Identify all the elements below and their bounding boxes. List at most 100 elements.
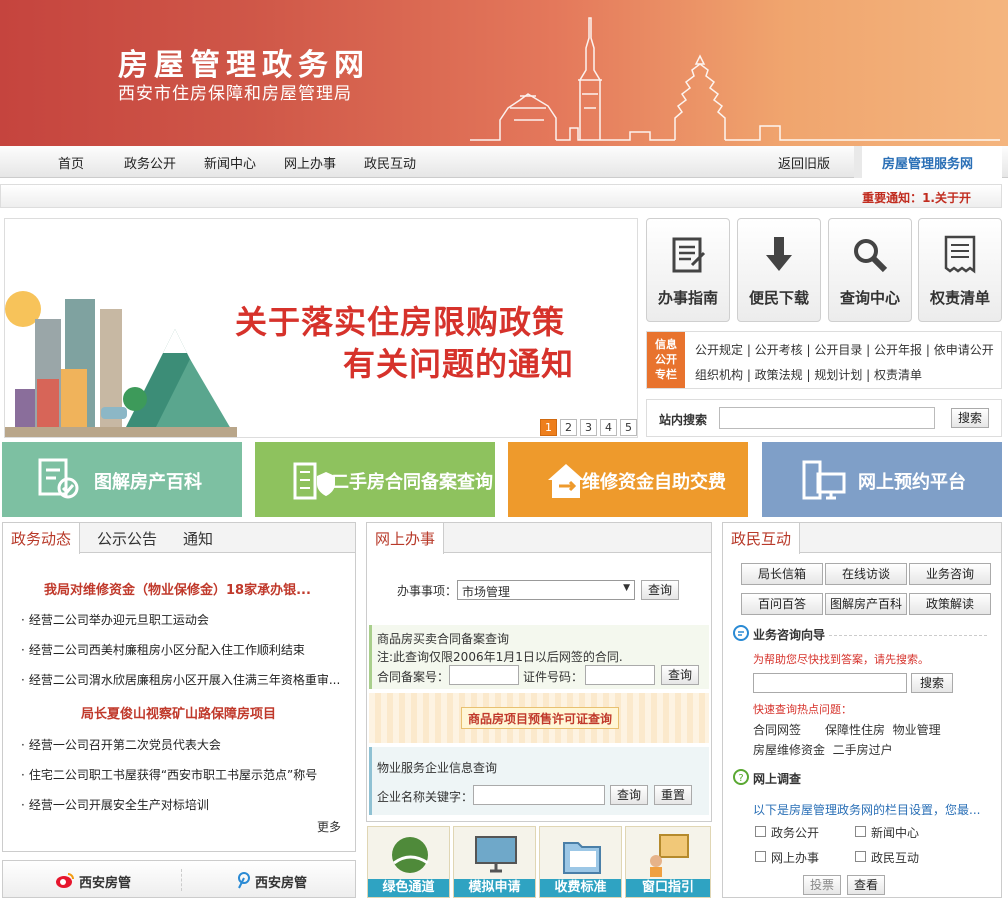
nav-news[interactable]: 新闻中心 [204,153,256,172]
query-center-button[interactable]: 查询中心 [828,218,912,322]
info-tag-line1: 信息 [655,338,677,351]
tab-announcements[interactable]: 公示公告 [89,523,165,553]
sina-weibo-link[interactable]: 西安房管 [79,872,131,891]
site-subtitle: 西安市住房保障和房屋管理局 [118,84,352,104]
site-search-input[interactable] [719,407,935,429]
tile2-label: 二手房合同备案查询 [331,472,493,493]
policy-interpretation-button[interactable]: 政策解读 [909,593,991,615]
property-reset-button[interactable]: 重置 [654,785,692,805]
info-links-row2[interactable]: 组织机构 | 政策法规 | 规划计划 | 权责清单 [695,366,922,383]
guide-button[interactable]: 办事指南 [646,218,730,322]
contract-query-button[interactable]: 查询 [661,665,699,685]
list-item[interactable]: 经营二公司举办迎元旦职工运动会 [21,611,351,628]
survey-checkbox-2[interactable] [855,826,866,837]
property-query-button[interactable]: 查询 [610,785,648,805]
cert-no-input[interactable] [585,665,655,685]
survey-checkbox-4[interactable] [855,851,866,862]
tile1-label: 图解房产百科 [94,472,202,493]
online-office-panel: 网上办事 办事事项： 市场管理 ▼ 查询 商品房买卖合同备案查询 注:此查询仅限… [366,522,712,822]
info-tag-line2: 公开 [655,353,677,366]
presale-query-link[interactable]: 商品房项目预售许可证查询 [461,707,620,729]
info-links-row1[interactable]: 公开规定 | 公开考核 | 公开目录 | 公开年报 | 依申请公开 [695,341,994,358]
download-button[interactable]: 便民下载 [737,218,821,322]
notice-marquee[interactable]: 重要通知：1.关于开 [862,189,971,206]
tab-notices[interactable]: 通知 [175,523,221,553]
survey-option-2: 新闻中心 [871,826,920,840]
news-headline-2[interactable]: 局长夏俊山视察矿山路保障房项目 [81,703,276,722]
consult-search-button[interactable]: 搜索 [911,673,953,693]
carousel-page-3[interactable]: 3 [580,419,597,436]
director-mailbox-button[interactable]: 局长信箱 [741,563,823,585]
matter-select[interactable]: 市场管理 ▼ [457,580,635,600]
contract-title: 商品房买卖合同备案查询 [377,632,510,646]
query-center-label: 查询中心 [839,289,900,307]
tile-secondhand-contract[interactable]: 二手房合同备案查询 [255,442,495,517]
thumb-simulation[interactable]: 模拟申请 [453,826,536,898]
question-icon: ? [733,769,749,785]
hot-questions-row1[interactable]: 合同网签 保障性住房 物业管理 [753,721,941,738]
site-search: 站内搜索 搜索 [646,399,1002,437]
carousel-page-2[interactable]: 2 [560,419,577,436]
power-list-label: 权责清单 [929,289,990,307]
thumb-fee-standard[interactable]: 收费标准 [539,826,622,898]
consult-guide-title: 业务咨询向导 [753,628,826,642]
faq-button[interactable]: 百问百答 [741,593,823,615]
info-disclosure-column: 信息 公开 专栏 公开规定 | 公开考核 | 公开目录 | 公开年报 | 依申请… [646,331,1002,389]
power-list-button[interactable]: 权责清单 [918,218,1002,322]
list-item[interactable]: 经营一公司召开第二次党员代表大会 [21,736,351,753]
list-item[interactable]: 经营二公司西美村廉租房小区分配入住工作顺利结束 [21,641,351,658]
folder-icon [563,842,601,874]
presale-section: 商品房项目预售许可证查询 [369,693,709,743]
list-item[interactable]: 经营一公司开展安全生产对标培训 [21,796,351,813]
consult-search-input[interactable] [753,673,907,693]
tab-gov-news[interactable]: 政务动态 [3,523,81,554]
old-version-link[interactable]: 返回旧版 [778,153,830,172]
company-input[interactable] [473,785,605,805]
tencent-weibo-link[interactable]: 西安房管 [255,872,307,891]
site-search-button[interactable]: 搜索 [951,408,989,428]
tile-maintenance-fund[interactable]: 维修资金自助交费 [508,442,748,517]
company-label: 企业名称关键字： [377,790,474,804]
thumb4-label: 窗口指引 [626,879,710,897]
nav-home[interactable]: 首页 [58,153,84,172]
list-item[interactable]: 住宅二公司职工书屋获得“西安市职工书屋示范点”称号 [21,766,351,783]
receipt-icon [944,235,976,274]
carousel-page-4[interactable]: 4 [600,419,617,436]
tab-online-office[interactable]: 网上办事 [367,523,445,554]
hot-questions-row2[interactable]: 房屋维修资金 二手房过户 [753,741,893,758]
tile-housing-encyclopedia[interactable]: 图解房产百科 [2,442,242,517]
survey-checkbox-1[interactable] [755,826,766,837]
list-item[interactable]: 经营二公司渭水欣居廉租房小区开展入住满三年资格重审... [21,671,351,688]
notice-bar: 重要通知：1.关于开 [0,184,1002,208]
housing-encyclopedia-button[interactable]: 图解房产百科 [825,593,907,615]
nav-interaction[interactable]: 政民互动 [364,153,416,172]
survey-option-3: 网上办事 [771,851,820,865]
survey-checkbox-3[interactable] [755,851,766,862]
news-headline-1[interactable]: 我局对维修资金（物业保修金）18家承办银... [44,579,311,598]
building-monitor-icon [802,460,846,500]
carousel[interactable]: 关于落实住房限购政策 有关问题的通知 1 2 3 4 5 [4,218,638,438]
tile3-label: 维修资金自助交费 [582,472,726,493]
nav-gov-open[interactable]: 政务公开 [124,153,176,172]
view-results-button[interactable]: 查看 [847,875,885,895]
carousel-page-1[interactable]: 1 [540,419,557,436]
tencent-weibo-icon [238,872,250,889]
interaction-panel: 政民互动 局长信箱 在线访谈 业务咨询 百问百答 图解房产百科 政策解读 业务咨… [722,522,1002,898]
matter-query-button[interactable]: 查询 [641,580,679,600]
nav-online-office[interactable]: 网上办事 [284,153,336,172]
tab-interaction[interactable]: 政民互动 [723,523,801,554]
business-consult-button[interactable]: 业务咨询 [909,563,991,585]
thumb-window-guide[interactable]: 窗口指引 [625,826,711,898]
hot-questions-title: 快速查询热点问题： [753,703,852,716]
thumb3-label: 收费标准 [540,879,621,897]
tile-online-appointment[interactable]: 网上预约平台 [762,442,1002,517]
thumb-green-channel[interactable]: 绿色通道 [367,826,450,898]
vote-button[interactable]: 投票 [803,875,841,895]
survey-option-1: 政务公开 [771,826,820,840]
contract-no-input[interactable] [449,665,519,685]
service-site-link[interactable]: 房屋管理服务网 [854,146,1002,178]
news-more-link[interactable]: 更多 [317,818,341,835]
carousel-page-5[interactable]: 5 [620,419,637,436]
consult-hint: 为帮助您尽快找到答案，请先搜索。 [753,653,929,666]
online-interview-button[interactable]: 在线访谈 [825,563,907,585]
